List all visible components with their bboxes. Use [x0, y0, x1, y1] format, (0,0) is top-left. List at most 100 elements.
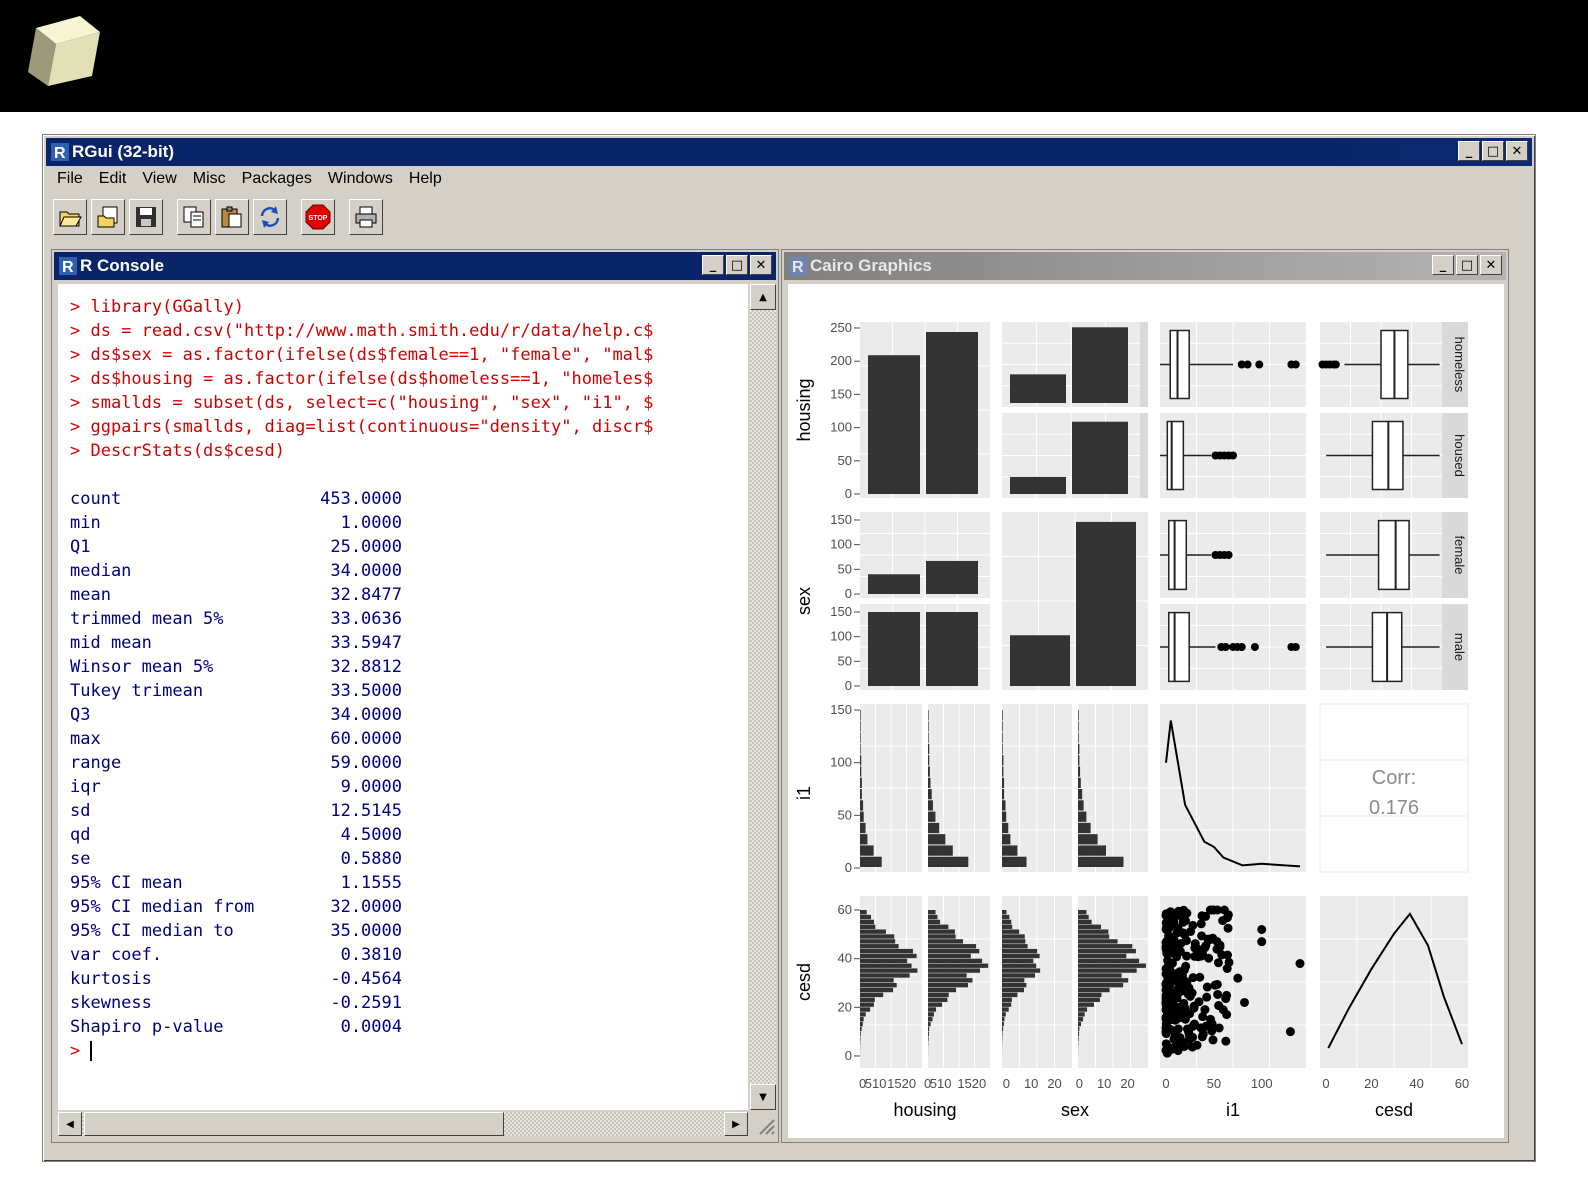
i1-boxplot-outlier — [1224, 551, 1233, 559]
console-minimize-button[interactable]: _ — [702, 255, 724, 275]
y-tick-label: 100 — [830, 629, 852, 644]
horizontal-scroll-thumb[interactable] — [84, 1112, 504, 1136]
stat-value: 12.5145 — [330, 801, 402, 821]
bar — [1072, 421, 1128, 494]
i1-boxplot-box — [1168, 519, 1188, 591]
vertical-scrollbar[interactable]: ▲ ▼ — [750, 284, 776, 1110]
cairo-graphics-window: R Cairo Graphics _ □ ✕ housing housing sex… — [781, 249, 1509, 1143]
stat-value: 0.0004 — [340, 1017, 402, 1037]
copy-button[interactable] — [177, 199, 211, 235]
stat-label: 95% CI mean — [70, 873, 183, 893]
histogram-bar — [928, 755, 930, 766]
histogram-bar — [860, 968, 918, 973]
menu-edit[interactable]: Edit — [91, 167, 135, 193]
scatter-point — [1222, 964, 1232, 974]
graphics-title-bar[interactable]: R Cairo Graphics _ □ ✕ — [784, 252, 1506, 280]
histogram-bar — [1002, 822, 1009, 834]
print-button[interactable] — [349, 199, 383, 235]
graphics-close-button[interactable]: ✕ — [1480, 255, 1502, 275]
console-title-bar[interactable]: R R Console _ □ ✕ — [54, 252, 776, 280]
histogram-bar — [1002, 944, 1028, 949]
scatter-point — [1202, 992, 1212, 1002]
minimize-button[interactable]: _ — [1458, 141, 1480, 161]
menu-misc[interactable]: Misc — [185, 167, 234, 193]
graphics-minimize-button[interactable]: _ — [1432, 255, 1454, 275]
stat-value: 34.0000 — [330, 705, 402, 725]
facet-strip-label: housed — [1452, 434, 1467, 477]
histogram-bar — [860, 992, 884, 998]
open-script-icon — [59, 211, 82, 227]
facet-strip-label: male — [1452, 633, 1467, 661]
close-button[interactable]: ✕ — [1506, 141, 1528, 161]
histogram-bar — [860, 919, 874, 925]
copy-paste-button[interactable] — [253, 199, 287, 235]
row-axis-label: sex — [794, 587, 814, 615]
stat-value: -0.4564 — [330, 969, 402, 989]
histogram-bar — [860, 800, 864, 811]
scatter-point — [1161, 969, 1171, 979]
console-close-button[interactable]: ✕ — [750, 255, 772, 275]
scatter-point — [1198, 1029, 1208, 1039]
r-logo-icon: R — [789, 257, 807, 276]
open-script-button[interactable] — [53, 199, 87, 235]
scatter-point — [1202, 982, 1212, 992]
horizontal-scrollbar[interactable]: ◀ ▶ — [58, 1112, 748, 1136]
scatter-point — [1169, 1034, 1179, 1044]
scroll-down-button[interactable]: ▼ — [750, 1084, 776, 1110]
menu-packages[interactable]: Packages — [234, 167, 320, 193]
histogram-bar — [1078, 944, 1133, 949]
histogram-bar — [1002, 800, 1006, 811]
i1-boxplot-outlier — [1291, 360, 1300, 369]
scroll-right-button[interactable]: ▶ — [724, 1112, 748, 1136]
scroll-left-button[interactable]: ◀ — [58, 1112, 82, 1136]
output-row: var coef. 0.3810 — [70, 943, 748, 967]
y-tick-label: 50 — [838, 653, 852, 668]
r-logo-icon: R — [59, 257, 77, 276]
output-row: Tukey trimean 33.5000 — [70, 679, 748, 703]
stop-button[interactable]: STOP — [301, 199, 335, 235]
scatter-point — [1162, 936, 1172, 946]
stat-label: mid mean — [70, 633, 152, 653]
console-text-area[interactable]: > library(GGally) > ds = read.csv("http:… — [58, 284, 748, 1110]
histogram-bar — [860, 983, 897, 988]
col-axis-label: sex — [1061, 1100, 1089, 1120]
bar — [1010, 374, 1066, 403]
histogram-bar — [928, 743, 930, 755]
histogram-bar — [860, 789, 862, 800]
histogram-bar — [860, 743, 861, 755]
menu-file[interactable]: File — [49, 167, 91, 193]
histogram-bar — [928, 1021, 931, 1027]
output-row: 95% CI mean 1.1555 — [70, 871, 748, 895]
rgui-title-bar[interactable]: R RGui (32-bit) _ □ ✕ — [46, 138, 1532, 166]
histogram-bar — [1002, 856, 1027, 867]
menu-view[interactable]: View — [134, 167, 184, 193]
x-tick-label: 40 — [1409, 1076, 1423, 1091]
histogram-bar — [1002, 948, 1038, 954]
scatter-point — [1205, 905, 1215, 915]
scatter-point — [1257, 924, 1267, 934]
load-workspace-button[interactable] — [91, 199, 125, 235]
scatter-point — [1181, 961, 1191, 971]
scatter-point — [1204, 953, 1214, 963]
histogram-bar — [1078, 834, 1098, 845]
histogram-bar — [928, 963, 989, 968]
console-prompt[interactable]: > — [70, 1039, 748, 1063]
descr-stats-output: count 453.0000 min 1.0000 Q1 25.0000 median 34.… — [70, 487, 748, 1039]
menu-windows[interactable]: Windows — [320, 167, 401, 193]
r-console-window: R R Console _ □ ✕ > library(GGally) > ds… — [51, 249, 779, 1143]
scatter-point — [1180, 1003, 1190, 1013]
histogram-bar — [928, 856, 969, 867]
i1-boxplot-outlier — [1291, 643, 1300, 651]
maximize-button[interactable]: □ — [1482, 141, 1504, 161]
histogram-bar — [928, 1036, 929, 1041]
histogram-bar — [928, 929, 955, 934]
menu-help[interactable]: Help — [401, 167, 450, 193]
console-maximize-button[interactable]: □ — [726, 255, 748, 275]
histogram-bar — [860, 963, 912, 968]
scroll-up-button[interactable]: ▲ — [750, 284, 776, 310]
x-tick-label: 10 — [1097, 1076, 1111, 1091]
save-workspace-button[interactable] — [129, 199, 163, 235]
graphics-maximize-button[interactable]: □ — [1456, 255, 1478, 275]
resize-grip-icon[interactable] — [754, 1114, 776, 1136]
paste-button[interactable] — [215, 199, 249, 235]
